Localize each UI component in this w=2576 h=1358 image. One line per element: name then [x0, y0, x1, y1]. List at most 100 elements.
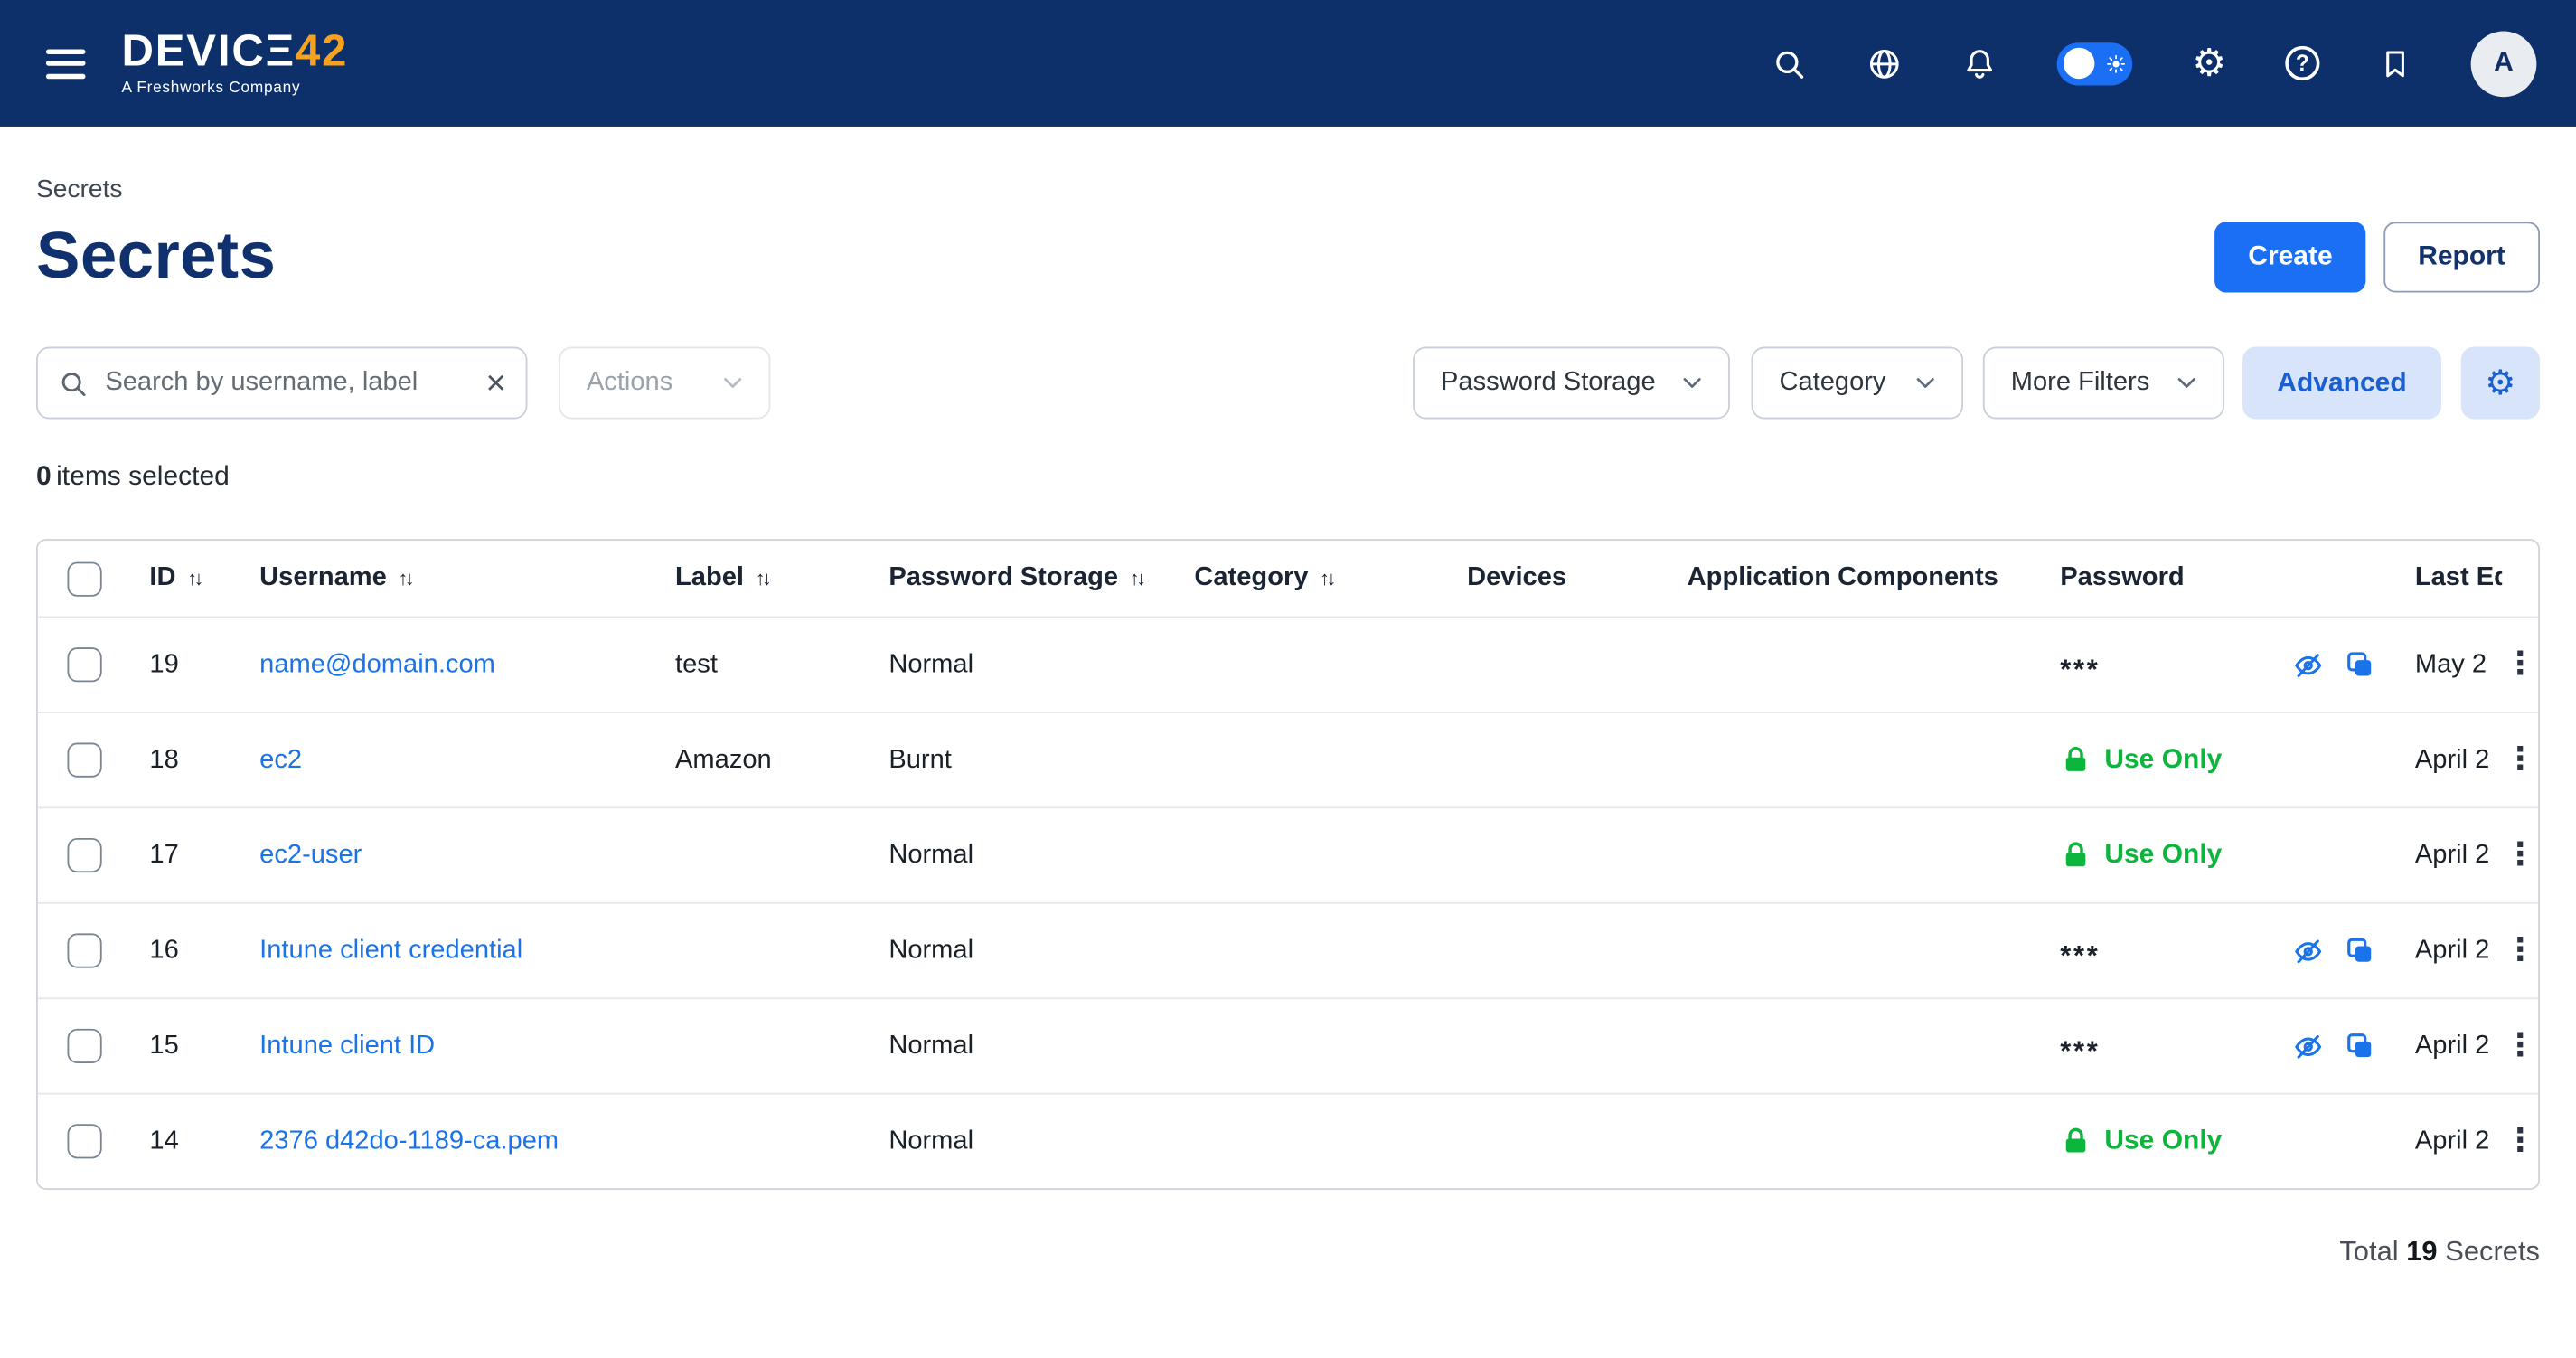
table-row: 17 ec2-user Normal Use Only April 2 ⋮: [38, 806, 2538, 901]
row-checkbox[interactable]: [67, 1124, 101, 1158]
username-link[interactable]: ec2-user: [259, 841, 362, 871]
help-glyph: ?: [2285, 46, 2319, 80]
toggle-knob: [2064, 48, 2096, 80]
column-label: Label: [675, 563, 744, 593]
notifications-bell-icon[interactable]: [1962, 45, 1998, 81]
cell-label: Amazon: [655, 713, 869, 807]
cell-password: ***: [2040, 618, 2395, 712]
category-filter-label: Category: [1779, 368, 1885, 398]
username-link[interactable]: ec2: [259, 745, 302, 775]
row-menu-button[interactable]: ⋮: [2505, 1126, 2536, 1157]
bookmark-icon[interactable]: [2379, 45, 2411, 81]
cell-category: [1175, 1095, 1448, 1189]
gear-icon: ⚙: [2485, 363, 2515, 403]
cell-application-components: [1668, 713, 2041, 807]
column-header-last-edited[interactable]: Last Edited: [2395, 541, 2502, 617]
clear-search-icon[interactable]: ×: [486, 365, 506, 400]
column-header-password-storage[interactable]: Password Storage ↑↓: [870, 541, 1175, 617]
sort-icon[interactable]: ↑↓: [1130, 567, 1143, 589]
row-checkbox[interactable]: [67, 933, 101, 967]
user-avatar[interactable]: A: [2471, 31, 2537, 97]
top-navigation-bar: DEVICΞ42 A Freshworks Company ⚙ ? A: [0, 0, 2576, 127]
cell-category: [1175, 904, 1448, 998]
copy-icon[interactable]: [2345, 1031, 2376, 1062]
column-header-devices[interactable]: Devices: [1447, 541, 1668, 617]
copy-icon[interactable]: [2345, 935, 2376, 967]
more-filters-label: More Filters: [2011, 368, 2150, 398]
column-header-category[interactable]: Category↑↓: [1175, 541, 1448, 617]
table-row: 16 Intune client credential Normal *** A…: [38, 902, 2538, 997]
table-settings-button[interactable]: ⚙: [2461, 347, 2540, 420]
search-box[interactable]: ×: [36, 347, 527, 420]
theme-toggle[interactable]: [2057, 42, 2133, 84]
search-icon[interactable]: [1772, 45, 1808, 81]
password-storage-filter[interactable]: Password Storage: [1413, 347, 1730, 420]
settings-gear-icon[interactable]: ⚙: [2192, 44, 2225, 82]
table-row: 14 2376 d42do-1189-ca.pem Normal Use Onl…: [38, 1093, 2538, 1188]
row-checkbox[interactable]: [67, 1029, 101, 1063]
total-number: 19: [2406, 1236, 2437, 1268]
help-icon[interactable]: ?: [2285, 46, 2319, 80]
report-button[interactable]: Report: [2383, 221, 2540, 291]
select-all-checkbox[interactable]: [67, 561, 101, 596]
menu-icon[interactable]: [40, 42, 92, 84]
actions-dropdown[interactable]: Actions: [559, 347, 770, 420]
column-label: Password: [2060, 563, 2184, 593]
eye-off-icon[interactable]: [2292, 648, 2325, 681]
eye-off-icon[interactable]: [2292, 1030, 2325, 1062]
sort-icon[interactable]: ↑↓: [756, 567, 769, 589]
chevron-down-icon: [1678, 368, 1707, 398]
sort-icon[interactable]: ↑↓: [399, 567, 412, 589]
cell-password: Use Only: [2040, 808, 2395, 902]
advanced-button[interactable]: Advanced: [2242, 347, 2441, 420]
cell-devices: [1447, 618, 1668, 712]
cell-password-storage: Normal: [870, 999, 1175, 1093]
device42-logo[interactable]: DEVICΞ42 A Freshworks Company: [122, 30, 349, 98]
cell-password-storage: Normal: [870, 808, 1175, 902]
sort-icon[interactable]: ↑↓: [187, 567, 201, 589]
secrets-table: ID↑↓Username↑↓Label↑↓Password Storage↑↓C…: [36, 539, 2540, 1190]
globe-icon[interactable]: [1866, 45, 1903, 81]
lock-icon: [2060, 840, 2092, 872]
use-only-label: Use Only: [2104, 744, 2222, 776]
cell-devices: [1447, 999, 1668, 1093]
more-filters-dropdown[interactable]: More Filters: [1983, 347, 2224, 420]
column-header-id[interactable]: ID↑↓: [130, 541, 240, 617]
row-checkbox[interactable]: [67, 838, 101, 872]
actions-dropdown-label: Actions: [587, 368, 672, 398]
column-header-username[interactable]: Username↑↓: [240, 541, 655, 617]
username-link[interactable]: name@domain.com: [259, 650, 495, 680]
search-input[interactable]: [102, 366, 473, 399]
cell-password: Use Only: [2040, 1095, 2395, 1189]
column-label: Password Storage: [888, 563, 1118, 593]
cell-label: [655, 904, 869, 998]
row-menu-button[interactable]: ⋮: [2505, 649, 2536, 681]
eye-off-icon[interactable]: [2292, 934, 2325, 967]
logo-e: Ξ: [266, 26, 296, 76]
username-link[interactable]: Intune client credential: [259, 936, 522, 966]
category-filter[interactable]: Category: [1752, 347, 1963, 420]
row-menu-button[interactable]: ⋮: [2505, 744, 2536, 776]
table-row: 15 Intune client ID Normal *** April 2 ⋮: [38, 997, 2538, 1092]
row-menu-button[interactable]: ⋮: [2505, 1031, 2536, 1062]
cell-id: 19: [130, 618, 240, 712]
column-header-application-components[interactable]: Application Components: [1668, 541, 2041, 617]
username-link[interactable]: Intune client ID: [259, 1032, 435, 1061]
column-header-label[interactable]: Label ↑↓: [655, 541, 869, 617]
copy-icon[interactable]: [2345, 649, 2376, 681]
username-link[interactable]: 2376 d42do-1189-ca.pem: [259, 1127, 559, 1156]
create-button[interactable]: Create: [2215, 221, 2365, 291]
breadcrumb[interactable]: Secrets: [36, 175, 2540, 205]
row-menu-button[interactable]: ⋮: [2505, 935, 2536, 967]
cell-category: [1175, 999, 1448, 1093]
column-header-password[interactable]: Password: [2040, 541, 2395, 617]
main-content: Secrets Secrets Create Report × Actions …: [0, 175, 2576, 1268]
cell-last-edited: April 2: [2395, 999, 2502, 1093]
cell-password: ***: [2040, 999, 2395, 1093]
logo-42: 42: [296, 26, 348, 76]
sort-icon[interactable]: ↑↓: [1320, 567, 1333, 589]
row-checkbox[interactable]: [67, 743, 101, 778]
cell-application-components: [1668, 808, 2041, 902]
row-menu-button[interactable]: ⋮: [2505, 840, 2536, 872]
row-checkbox[interactable]: [67, 647, 101, 682]
